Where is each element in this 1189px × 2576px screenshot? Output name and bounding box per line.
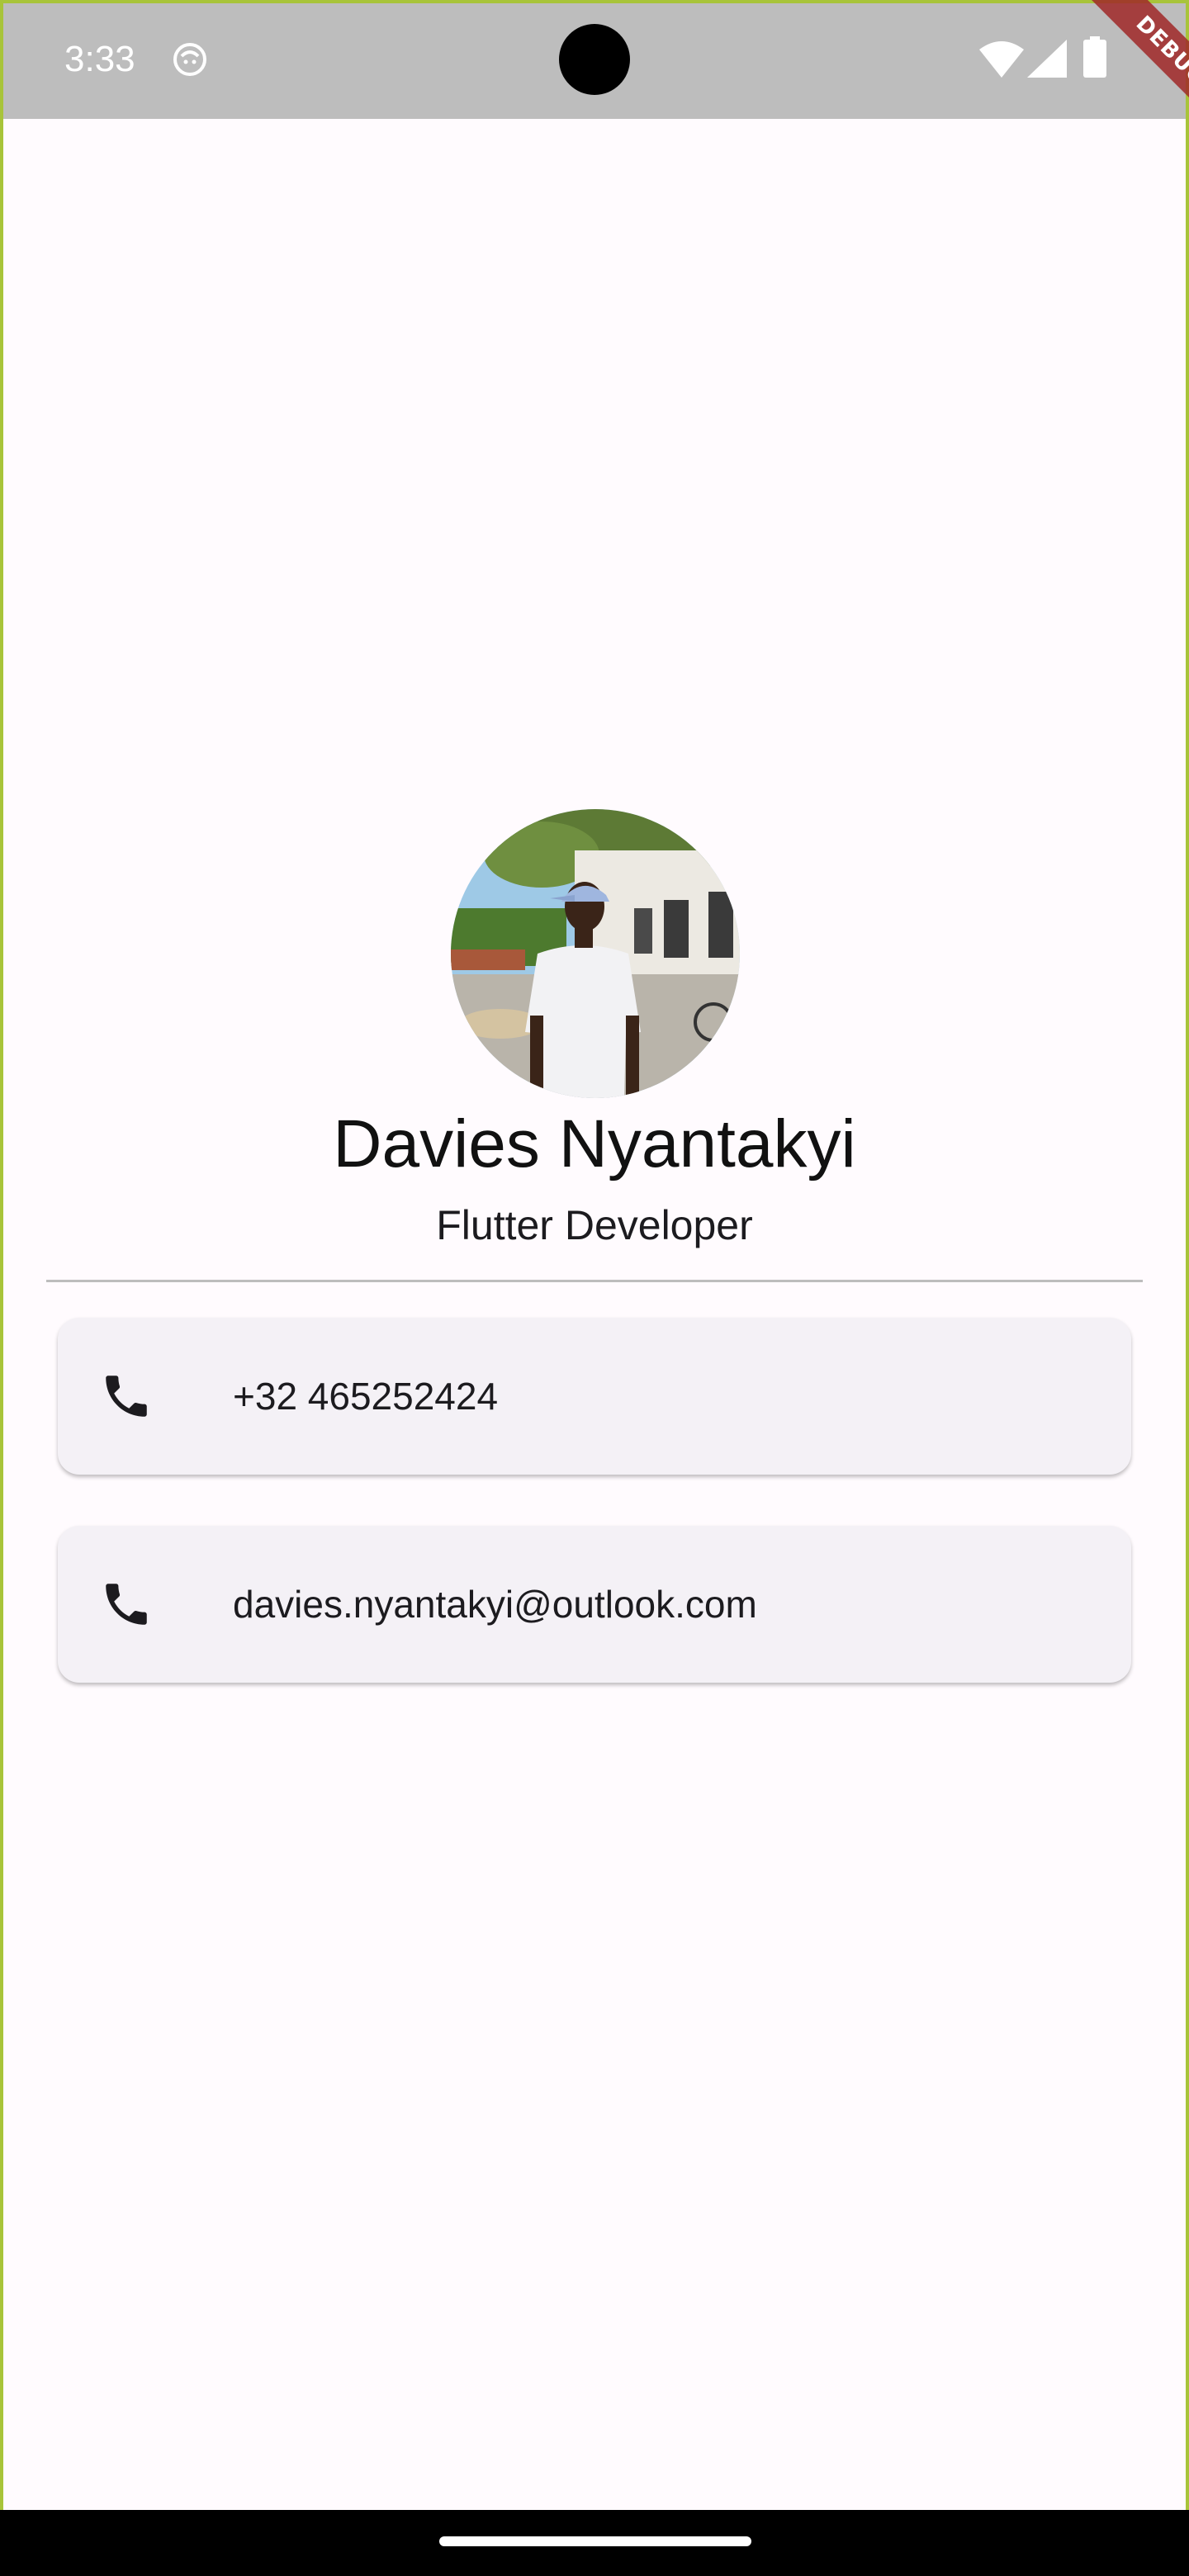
debug-banner: DEBUG <box>1024 0 1189 165</box>
home-indicator[interactable] <box>439 2536 751 2546</box>
app-notification-icon <box>173 43 206 76</box>
status-time: 3:33 <box>64 39 135 79</box>
wifi-icon <box>979 41 1024 78</box>
contact-phone-text: +32 465252424 <box>233 1375 499 1418</box>
profile-title: Flutter Developer <box>436 1202 753 1248</box>
contact-card-phone[interactable]: +32 465252424 <box>58 1318 1131 1475</box>
device-frame <box>0 0 1189 2510</box>
phone-icon <box>106 1376 147 1417</box>
contact-card-email[interactable]: davies.nyantakyi@outlook.com <box>58 1526 1131 1683</box>
camera-cutout <box>559 24 630 95</box>
debug-banner-label: DEBUG <box>1068 0 1189 154</box>
profile-name: Davies Nyantakyi <box>333 1106 856 1181</box>
divider <box>46 1280 1143 1282</box>
navigation-bar <box>0 2510 1189 2576</box>
phone-icon <box>106 1584 147 1625</box>
status-bar: 3:33 <box>0 0 1189 119</box>
profile-avatar <box>451 809 740 1098</box>
contact-email-text: davies.nyantakyi@outlook.com <box>233 1583 757 1626</box>
